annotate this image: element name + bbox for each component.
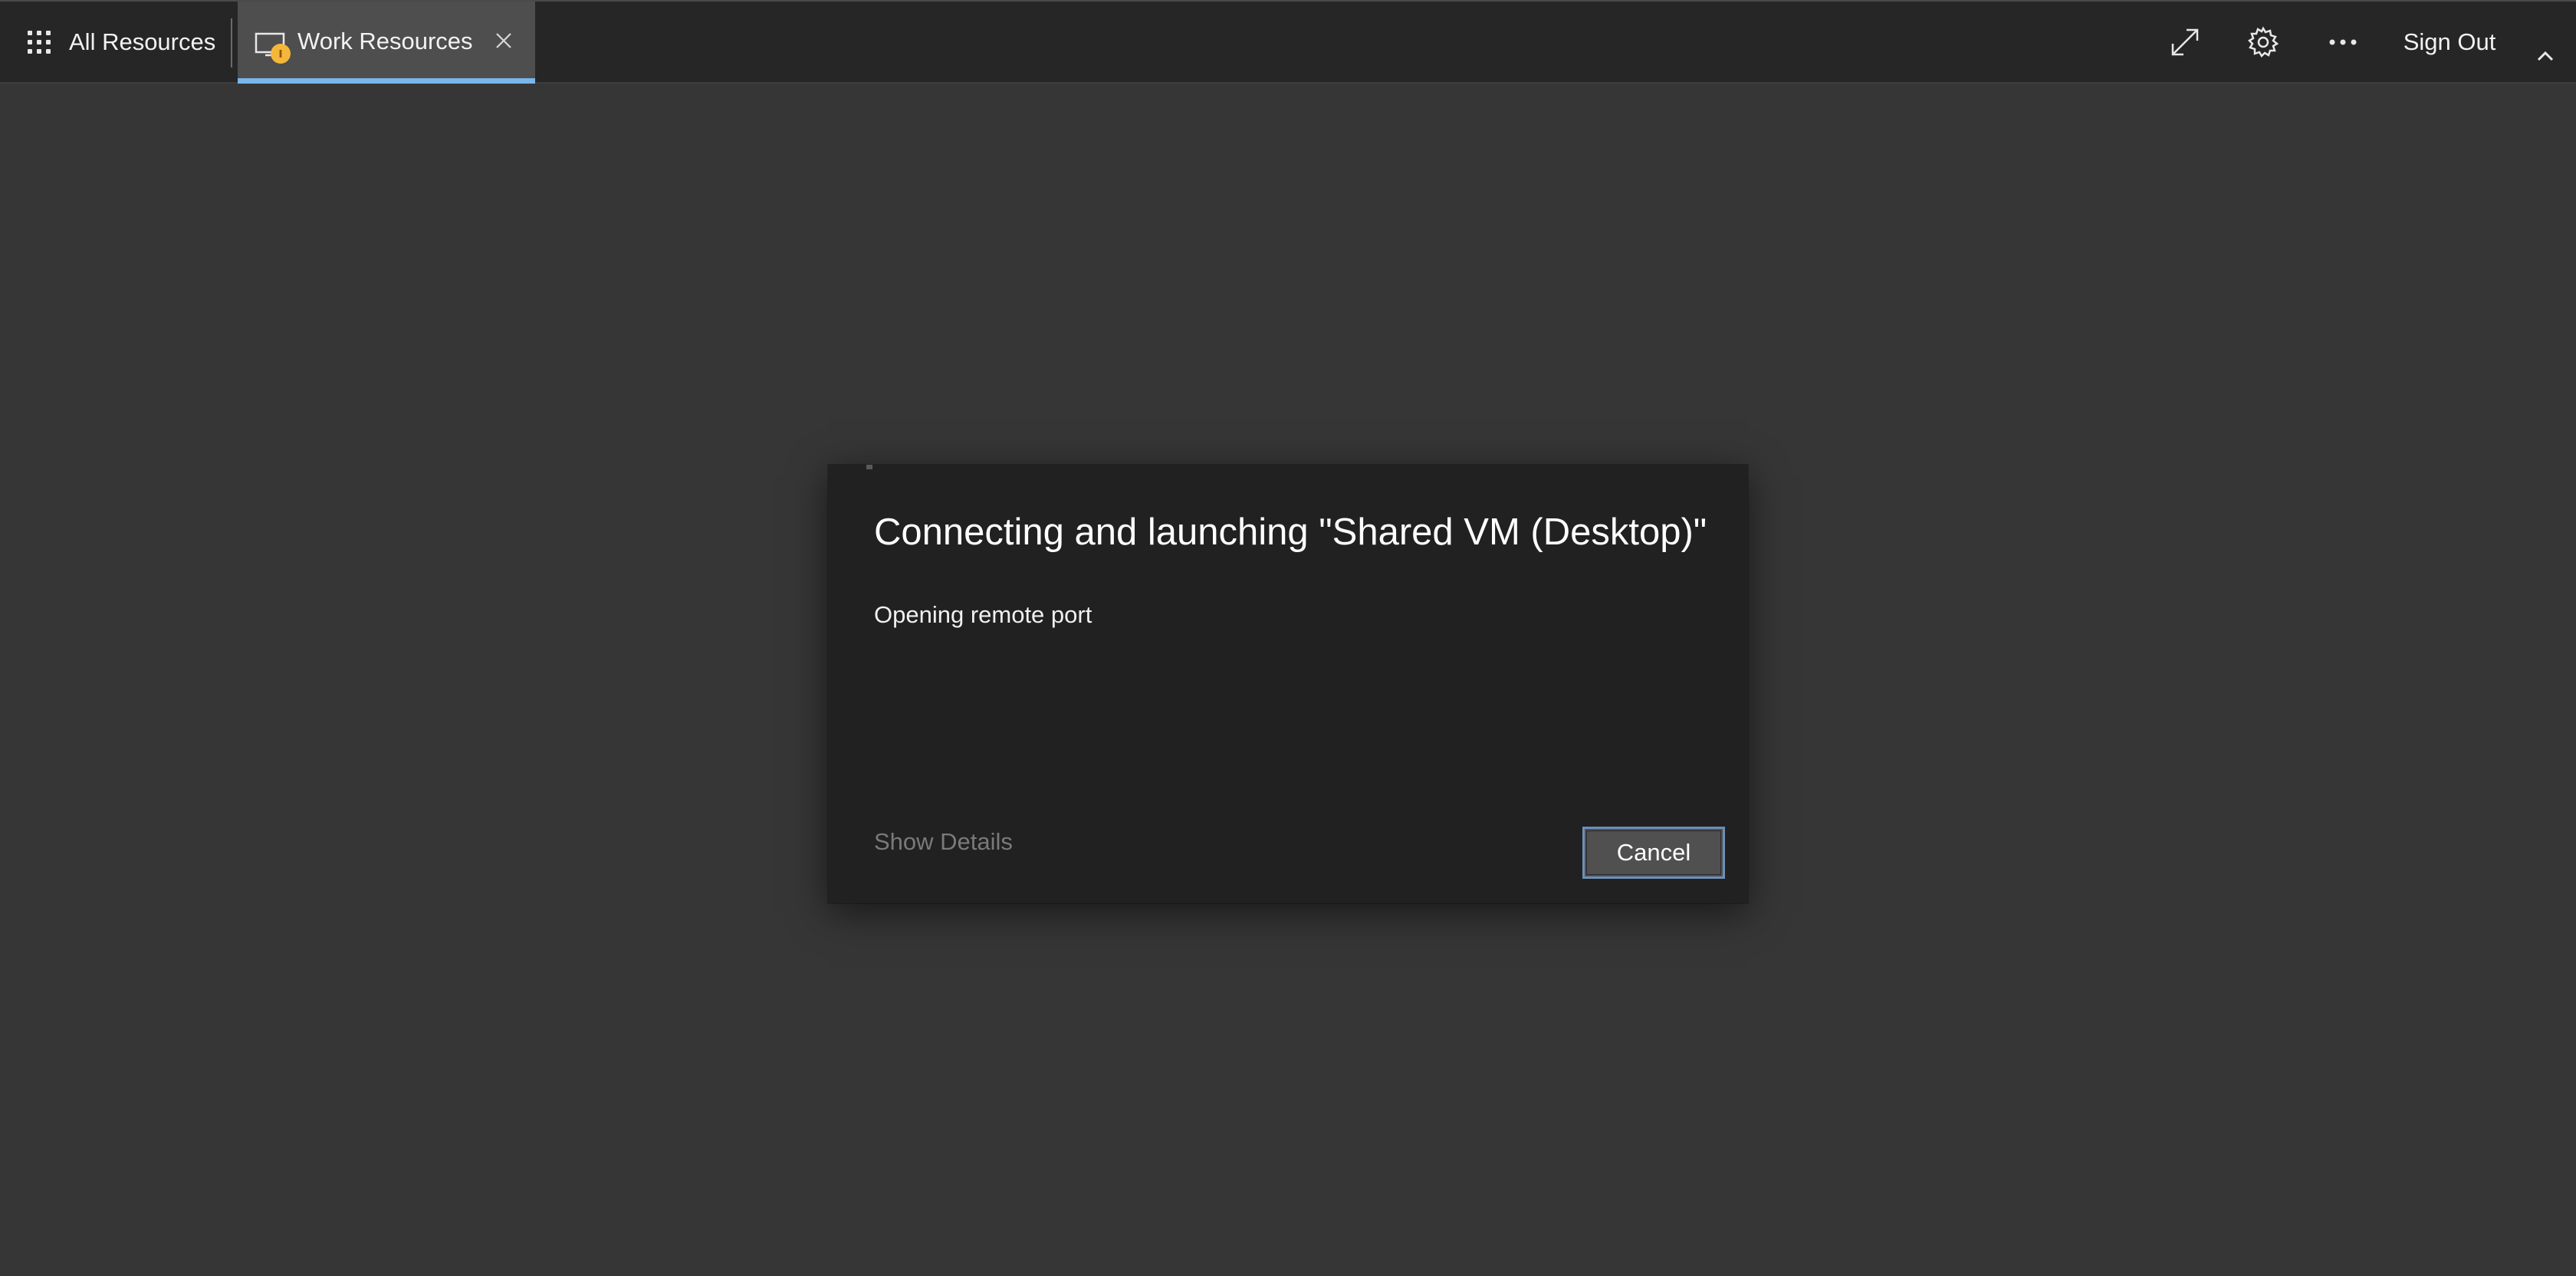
dialog-title: Connecting and launching "Shared VM (Des… (874, 511, 1707, 553)
sign-out-button[interactable]: Sign Out (2384, 2, 2515, 82)
sign-out-label: Sign Out (2403, 28, 2496, 55)
cancel-button[interactable]: Cancel (1582, 827, 1725, 879)
connection-dialog: Connecting and launching "Shared VM (Des… (828, 465, 1748, 903)
tab-active-indicator (238, 78, 535, 84)
toolbar-right: Sign Out (2147, 2, 2576, 82)
all-resources-button[interactable]: All Resources (17, 2, 226, 82)
tab-label: Work Resources (297, 28, 473, 54)
tab-work-resources[interactable]: Work Resources (238, 2, 535, 84)
top-bar: All Resources Work Resources Sign Out (0, 0, 2576, 84)
expand-icon (2171, 28, 2199, 55)
fullscreen-button[interactable] (2147, 2, 2223, 82)
collapse-toolbar-button[interactable] (2522, 15, 2568, 96)
ellipsis-icon (2329, 39, 2357, 44)
gear-icon (2247, 25, 2279, 58)
connection-status: Opening remote port (874, 601, 1092, 628)
toolbar-divider (231, 18, 232, 67)
app-grid-icon (28, 30, 51, 54)
remote-desktop-icon (255, 32, 291, 64)
close-icon[interactable] (492, 29, 515, 52)
chevron-up-icon (2537, 51, 2554, 61)
dialog-grip (866, 465, 872, 469)
all-resources-label: All Resources (69, 28, 216, 55)
cancel-label: Cancel (1616, 839, 1691, 866)
settings-button[interactable] (2225, 2, 2302, 82)
show-details-link[interactable]: Show Details (874, 828, 1013, 856)
more-options-button[interactable] (2305, 2, 2381, 82)
